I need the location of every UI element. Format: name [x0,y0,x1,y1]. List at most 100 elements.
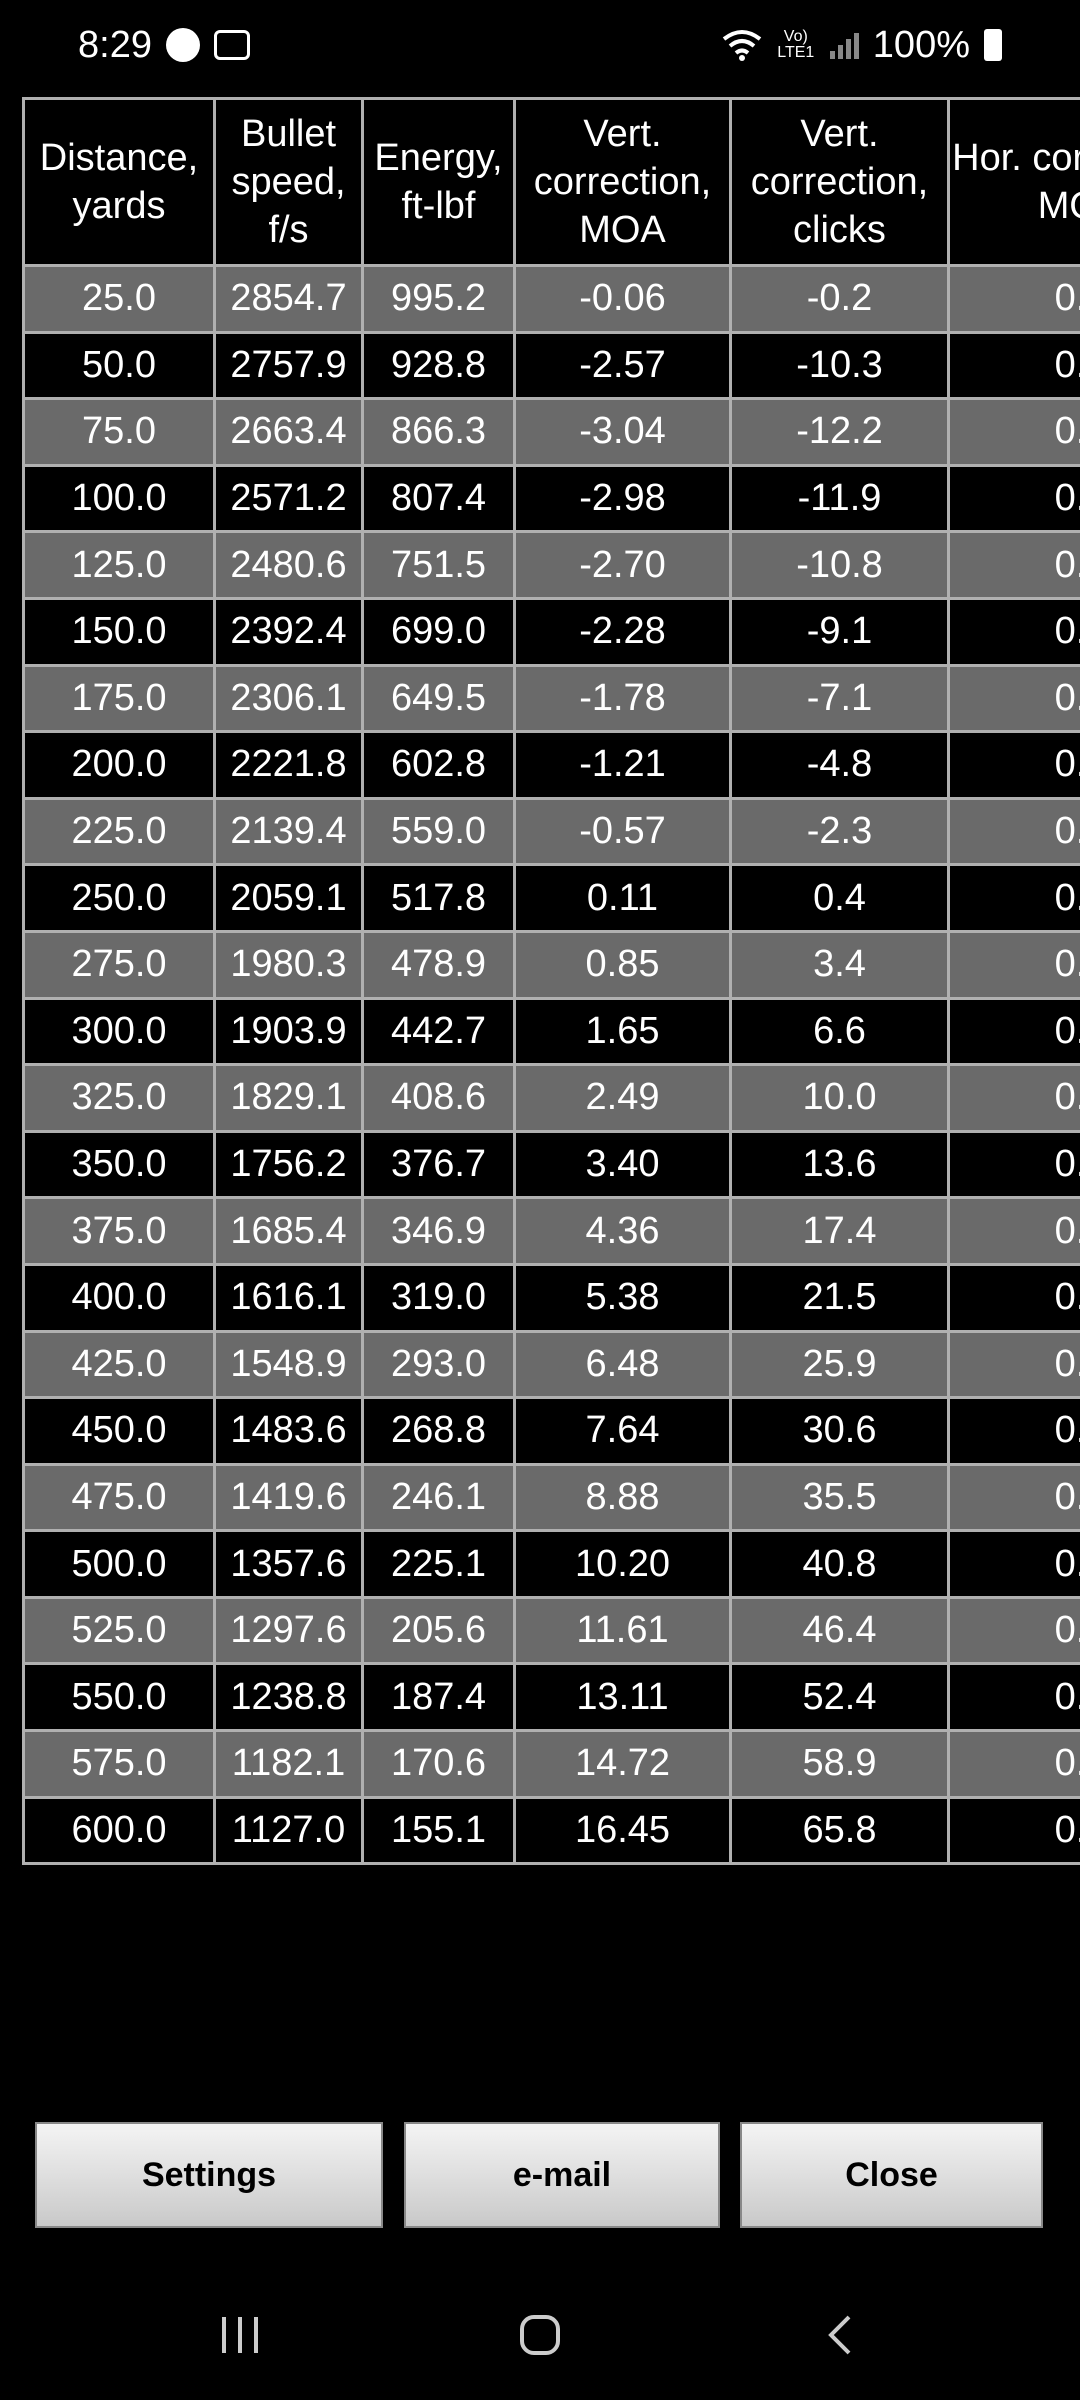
cell-energy: 866.3 [361,397,516,467]
cell-bullet-speed: 1127.0 [213,1795,364,1866]
cell-vert-clicks: -10.8 [729,530,950,600]
messenger-icon [165,28,200,62]
cell-hor-moa: 0.0 [947,1396,1080,1466]
home-icon[interactable] [480,2290,600,2380]
cell-bullet-speed: 2059.1 [213,863,364,933]
cell-bullet-speed: 1903.9 [213,996,364,1067]
table-row: 175.02306.1649.5-1.78-7.10.0 [22,663,1080,734]
cell-vert-moa: -1.21 [513,730,732,800]
cell-distance: 200.0 [22,730,216,800]
cell-hor-moa: 0.0 [947,330,1080,401]
cell-hor-moa: 0.0 [947,1129,1080,1200]
wifi-icon [722,30,762,61]
table-row: 275.01980.3478.90.853.40.0 [22,929,1080,1000]
back-icon[interactable] [780,2290,900,2380]
cell-vert-moa: -2.98 [513,463,732,534]
table-row: 475.01419.6246.18.8835.50.0 [22,1462,1080,1533]
cell-vert-moa: -1.78 [513,663,732,734]
cell-vert-moa: 7.64 [513,1396,732,1466]
navigation-bar [0,2290,1080,2380]
cell-hor-moa: 0.0 [947,796,1080,867]
cell-energy: 807.4 [361,463,516,534]
cell-energy: 205.6 [361,1595,516,1666]
recents-icon[interactable] [180,2290,300,2380]
cell-vert-clicks: 25.9 [729,1329,950,1400]
close-button[interactable]: Close [740,2122,1043,2228]
cell-vert-clicks: 3.4 [729,929,950,1000]
header-energy: Energy, ft-lbf [361,97,516,267]
cell-bullet-speed: 2221.8 [213,730,364,800]
settings-button[interactable]: Settings [35,2122,383,2228]
cell-vert-moa: 8.88 [513,1462,732,1533]
network-type: Vo) LTE1 [777,28,815,61]
cell-energy: 699.0 [361,596,516,667]
cell-hor-moa: 0.0 [947,663,1080,734]
cell-distance: 125.0 [22,530,216,600]
ballistic-table-container[interactable]: Distance, yards Bullet speed, f/s Energy… [22,97,1080,1915]
signal-icon [829,31,859,59]
cell-bullet-speed: 1182.1 [213,1729,364,1799]
email-button[interactable]: e-mail [404,2122,720,2228]
cell-bullet-speed: 2139.4 [213,796,364,867]
cell-bullet-speed: 1357.6 [213,1529,364,1599]
cell-distance: 400.0 [22,1262,216,1333]
header-vert-moa: Vert. correction, MOA [513,97,732,267]
cell-distance: 575.0 [22,1729,216,1799]
cell-vert-moa: 0.85 [513,929,732,1000]
cell-vert-clicks: 65.8 [729,1795,950,1866]
cell-vert-clicks: 58.9 [729,1729,950,1799]
cell-bullet-speed: 2757.9 [213,330,364,401]
table-row: 300.01903.9442.71.656.60.0 [22,996,1080,1067]
cell-bullet-speed: 1829.1 [213,1063,364,1133]
table-row: 325.01829.1408.62.4910.00.0 [22,1063,1080,1133]
table-row: 425.01548.9293.06.4825.90.0 [22,1329,1080,1400]
cell-distance: 275.0 [22,929,216,1000]
cell-energy: 155.1 [361,1795,516,1866]
cell-bullet-speed: 2854.7 [213,264,364,334]
cell-distance: 325.0 [22,1063,216,1133]
cell-vert-clicks: -12.2 [729,397,950,467]
cell-vert-moa: 6.48 [513,1329,732,1400]
header-distance: Distance, yards [22,97,216,267]
cell-hor-moa: 0.0 [947,996,1080,1067]
cell-energy: 319.0 [361,1262,516,1333]
cell-vert-clicks: -0.2 [729,264,950,334]
table-row: 200.02221.8602.8-1.21-4.80.0 [22,730,1080,800]
table-row: 350.01756.2376.73.4013.60.0 [22,1129,1080,1200]
table-row: 525.01297.6205.611.6146.40.0 [22,1595,1080,1666]
cell-vert-moa: -2.57 [513,330,732,401]
cell-hor-moa: 0.0 [947,1795,1080,1866]
cell-hor-moa: 0.0 [947,264,1080,334]
bottom-buttons: Settings e-mail Close [0,2122,1080,2232]
header-hor-moa: Hor. correction, MOA [947,97,1080,267]
cell-vert-moa: 3.40 [513,1129,732,1200]
cell-distance: 25.0 [22,264,216,334]
cell-vert-clicks: 52.4 [729,1662,950,1733]
cell-distance: 50.0 [22,330,216,401]
cell-bullet-speed: 1297.6 [213,1595,364,1666]
cell-distance: 300.0 [22,996,216,1067]
cell-distance: 175.0 [22,663,216,734]
cell-energy: 602.8 [361,730,516,800]
table-row: 225.02139.4559.0-0.57-2.30.0 [22,796,1080,867]
table-row: 125.02480.6751.5-2.70-10.80.0 [22,530,1080,600]
cell-vert-clicks: 46.4 [729,1595,950,1666]
cell-hor-moa: 0.0 [947,1729,1080,1799]
table-row: 600.01127.0155.116.4565.80.0 [22,1795,1080,1866]
cell-vert-moa: 2.49 [513,1063,732,1133]
cell-vert-clicks: -4.8 [729,730,950,800]
cell-vert-clicks: 21.5 [729,1262,950,1333]
cell-hor-moa: 0.0 [947,463,1080,534]
cell-bullet-speed: 2306.1 [213,663,364,734]
header-bullet-speed: Bullet speed, f/s [213,97,364,267]
cell-energy: 268.8 [361,1396,516,1466]
cell-energy: 928.8 [361,330,516,401]
cell-vert-clicks: 6.6 [729,996,950,1067]
cell-vert-clicks: -7.1 [729,663,950,734]
cell-bullet-speed: 2480.6 [213,530,364,600]
cell-hor-moa: 0.0 [947,1329,1080,1400]
cell-vert-moa: 14.72 [513,1729,732,1799]
cell-energy: 346.9 [361,1196,516,1266]
table-row: 550.01238.8187.413.1152.40.0 [22,1662,1080,1733]
cell-vert-clicks: -2.3 [729,796,950,867]
